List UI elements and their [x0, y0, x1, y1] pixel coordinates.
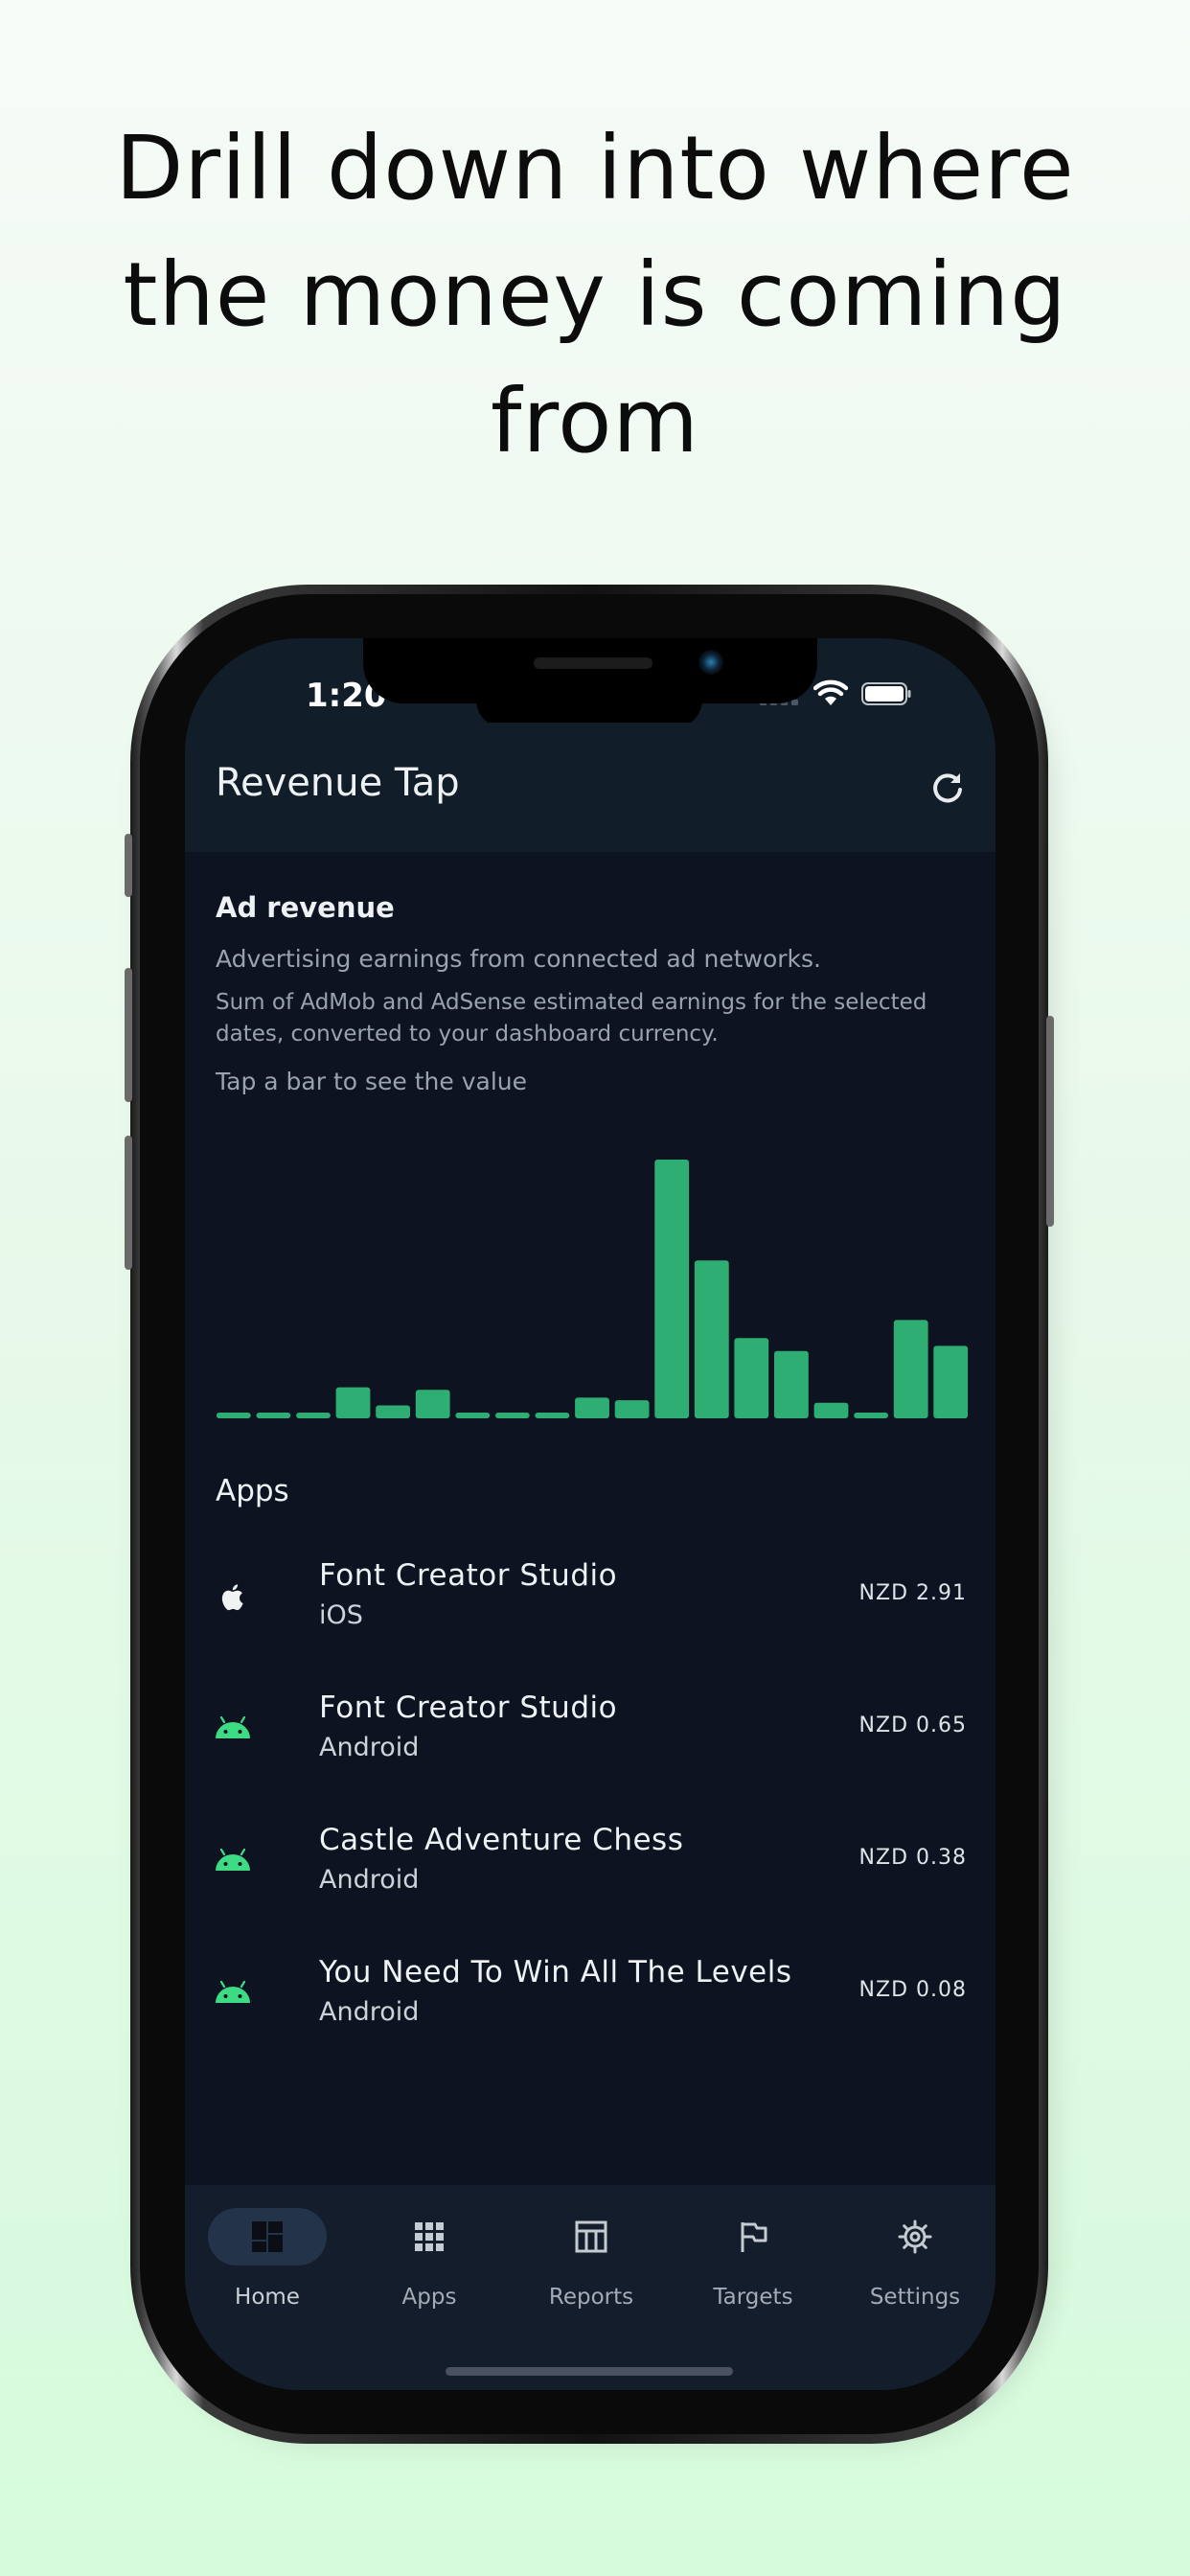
ad-revenue-subtitle: Advertising earnings from connected ad n… — [216, 945, 821, 973]
chart-bar[interactable] — [335, 1387, 371, 1418]
app-name: Font Creator Studio — [319, 1690, 618, 1725]
grid-icon — [415, 2222, 444, 2251]
chart-bar[interactable] — [575, 1397, 609, 1418]
chart-bar[interactable] — [495, 1413, 530, 1418]
chart-bar[interactable] — [376, 1405, 410, 1419]
app-list-item[interactable]: Font Creator Studio iOS NZD 2.91 — [185, 1543, 995, 1675]
battery-icon — [861, 682, 911, 705]
android-icon — [216, 1848, 250, 1871]
table-icon — [575, 2220, 607, 2253]
refresh-icon[interactable] — [928, 769, 967, 807]
chart-bar[interactable] — [216, 1413, 251, 1418]
app-platform: Android — [319, 1997, 420, 2027]
app-list-item[interactable]: Font Creator Studio Android NZD 0.65 — [185, 1675, 995, 1807]
camera-cutout — [476, 682, 702, 728]
chart-hint: Tap a bar to see the value — [216, 1068, 527, 1095]
volume-up-button — [125, 968, 132, 1102]
volume-down-button — [125, 1136, 132, 1270]
apple-icon — [221, 1584, 243, 1611]
app-revenue-amount: NZD 0.38 — [858, 1846, 967, 1870]
app-revenue-amount: NZD 0.65 — [858, 1714, 967, 1737]
chart-bar[interactable] — [256, 1413, 291, 1418]
chart-bar[interactable] — [813, 1402, 849, 1418]
nav-label: Settings — [869, 2285, 961, 2310]
gear-icon — [898, 2220, 932, 2254]
app-name: Castle Adventure Chess — [319, 1823, 684, 1857]
chart-bar[interactable] — [893, 1320, 928, 1418]
bottom-navigation: Home Apps Reports Targets Settings — [185, 2185, 995, 2390]
chart-bar[interactable] — [296, 1413, 331, 1418]
app-platform: iOS — [319, 1600, 363, 1630]
flag-icon — [741, 2222, 767, 2252]
chart-bar[interactable] — [535, 1413, 570, 1418]
app-title: Revenue Tap — [216, 761, 460, 805]
earpiece-speaker — [534, 657, 652, 669]
app-name: Font Creator Studio — [319, 1558, 618, 1593]
nav-item-apps[interactable]: Apps — [349, 2202, 510, 2317]
nav-label: Apps — [401, 2285, 457, 2310]
chart-bar[interactable] — [415, 1390, 450, 1418]
chart-bar[interactable] — [734, 1338, 769, 1418]
front-camera — [698, 650, 723, 675]
chart-bar[interactable] — [694, 1260, 729, 1418]
chart-bar[interactable] — [933, 1346, 969, 1418]
app-list-item[interactable]: You Need To Win All The Levels Android N… — [185, 1940, 995, 2072]
nav-item-targets[interactable]: Targets — [673, 2202, 834, 2317]
ad-revenue-bar-chart — [216, 1160, 969, 1419]
headline-line-1: Drill down into where — [115, 117, 1075, 219]
android-icon — [216, 1715, 250, 1738]
nav-item-settings[interactable]: Settings — [835, 2202, 995, 2317]
phone-screen: 1:20 Revenue Tap Ad revenue Advertising … — [185, 638, 995, 2390]
headline-line-2: the money is coming — [123, 243, 1067, 346]
nav-label: Home — [235, 2285, 300, 2310]
nav-label: Targets — [713, 2285, 793, 2310]
marketing-headline: Drill down into where the money is comin… — [0, 105, 1190, 485]
chart-bar[interactable] — [614, 1400, 650, 1418]
chart-bar[interactable] — [654, 1160, 690, 1418]
mute-switch — [125, 834, 132, 897]
nav-label: Reports — [548, 2285, 634, 2310]
app-name: You Need To Win All The Levels — [319, 1955, 792, 1990]
ad-revenue-description: Sum of AdMob and AdSense estimated earni… — [216, 990, 927, 1046]
nav-item-reports[interactable]: Reports — [511, 2202, 672, 2317]
chart-bar[interactable] — [854, 1413, 888, 1418]
app-revenue-amount: NZD 0.08 — [858, 1978, 967, 2002]
power-button — [1046, 1016, 1054, 1227]
wifi-icon — [813, 679, 848, 705]
app-platform: Android — [319, 1733, 420, 1762]
app-bar: Revenue Tap — [185, 723, 995, 852]
chart-bar[interactable] — [774, 1350, 809, 1418]
app-revenue-amount: NZD 2.91 — [858, 1581, 967, 1605]
app-list-item[interactable]: Castle Adventure Chess Android NZD 0.38 — [185, 1807, 995, 1940]
apps-section-title: Apps — [216, 1474, 289, 1508]
headline-line-3: from — [490, 370, 700, 472]
app-platform: Android — [319, 1865, 420, 1895]
nav-item-home[interactable]: Home — [187, 2202, 348, 2317]
ad-revenue-title: Ad revenue — [216, 891, 395, 924]
home-indicator[interactable] — [446, 2367, 733, 2376]
android-icon — [216, 1980, 250, 2003]
dashboard-icon — [252, 2221, 283, 2252]
chart-bar[interactable] — [455, 1413, 491, 1418]
